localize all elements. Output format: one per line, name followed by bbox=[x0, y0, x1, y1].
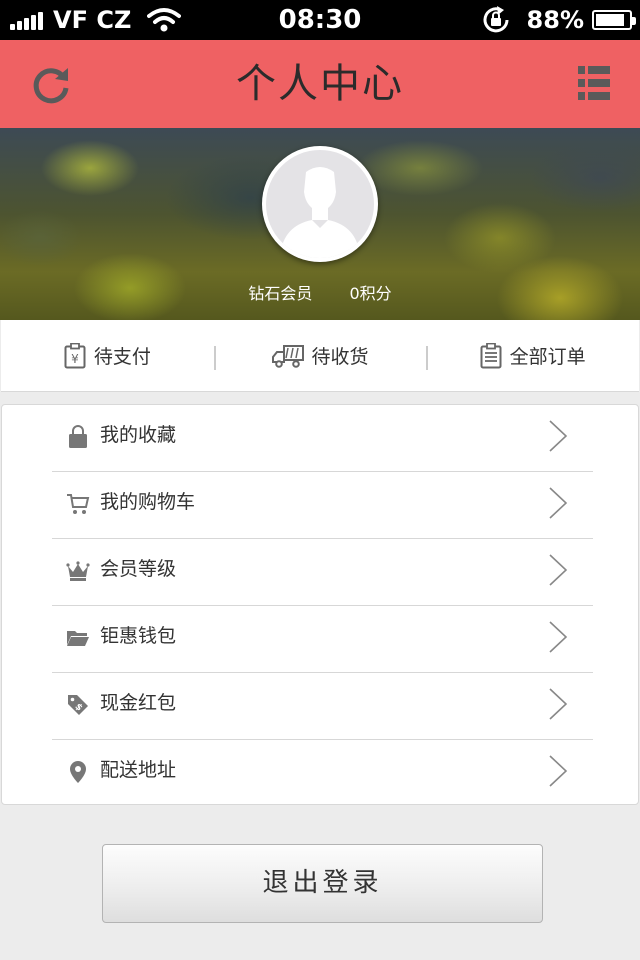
chevron-right-icon bbox=[549, 554, 568, 586]
chevron-right-icon bbox=[549, 621, 568, 653]
menu-item-label: 钜惠钱包 bbox=[100, 625, 177, 647]
chevron-right-icon bbox=[549, 755, 568, 787]
status-bar-right: 88% bbox=[479, 0, 636, 40]
menu-item-label: 我的收藏 bbox=[100, 424, 177, 446]
orders-all[interactable]: 全部订单 bbox=[426, 320, 639, 391]
folder-icon bbox=[67, 631, 89, 646]
menu-item-favorites[interactable]: 我的收藏 bbox=[2, 405, 638, 472]
status-bar: VF CZ 08:30 88% bbox=[0, 0, 640, 40]
menu-item-member-level[interactable]: 会员等级 bbox=[2, 539, 638, 606]
menu-item-cash-red-packet[interactable]: $ 现金红包 bbox=[2, 673, 638, 740]
price-tag-icon: $ bbox=[68, 695, 88, 715]
menu-item-cart[interactable]: 我的购物车 bbox=[2, 472, 638, 539]
logout-button[interactable]: 退出登录 bbox=[102, 844, 543, 923]
member-level: 钻石会员 bbox=[248, 284, 313, 303]
chevron-right-icon bbox=[549, 487, 568, 519]
member-info: 钻石会员 0积分 bbox=[0, 280, 640, 304]
orders-pending-payment-label: 待支付 bbox=[93, 346, 151, 368]
member-points: 0积分 bbox=[349, 284, 392, 303]
order-status-bar: ¥ 待支付 待收货 全部订单 bbox=[1, 320, 639, 392]
menu-item-delivery-address[interactable]: 配送地址 bbox=[2, 740, 638, 807]
orders-pending-delivery[interactable]: 待收货 bbox=[213, 320, 427, 391]
chevron-right-icon bbox=[549, 688, 568, 720]
menu-list-icon[interactable] bbox=[578, 66, 610, 100]
menu-item-wallet[interactable]: 钜惠钱包 bbox=[2, 606, 638, 673]
svg-text:¥: ¥ bbox=[71, 352, 79, 366]
menu-item-label: 配送地址 bbox=[100, 759, 177, 781]
default-avatar-icon bbox=[266, 150, 374, 258]
menu-item-label: 我的购物车 bbox=[100, 491, 196, 513]
battery-percent: 88% bbox=[526, 6, 584, 34]
truck-icon bbox=[271, 344, 304, 368]
menu-item-label: 会员等级 bbox=[100, 558, 177, 580]
avatar[interactable] bbox=[262, 146, 378, 262]
battery-icon bbox=[592, 10, 636, 30]
profile-menu-list: 我的收藏 我的购物车 会员等级 钜惠钱包 $ 现金红包 配送地址 bbox=[1, 404, 639, 805]
payment-icon: ¥ bbox=[64, 342, 86, 368]
rotation-lock-icon bbox=[483, 6, 509, 33]
location-pin-icon bbox=[70, 761, 86, 783]
crown-icon bbox=[66, 561, 90, 581]
cart-icon bbox=[67, 494, 90, 514]
page-title: 个人中心 bbox=[236, 61, 404, 107]
clipboard-icon bbox=[480, 342, 502, 368]
menu-item-label: 现金红包 bbox=[100, 692, 177, 714]
orders-all-label: 全部订单 bbox=[509, 346, 586, 368]
bag-icon bbox=[69, 425, 87, 448]
orders-pending-payment[interactable]: ¥ 待支付 bbox=[1, 320, 214, 391]
battery-nub bbox=[632, 17, 636, 25]
chevron-right-icon bbox=[549, 420, 568, 452]
app-header: 个人中心 bbox=[0, 40, 640, 128]
orders-pending-delivery-label: 待收货 bbox=[311, 346, 369, 368]
battery-fill bbox=[596, 14, 625, 26]
profile-banner: 钻石会员 0积分 bbox=[0, 128, 640, 320]
